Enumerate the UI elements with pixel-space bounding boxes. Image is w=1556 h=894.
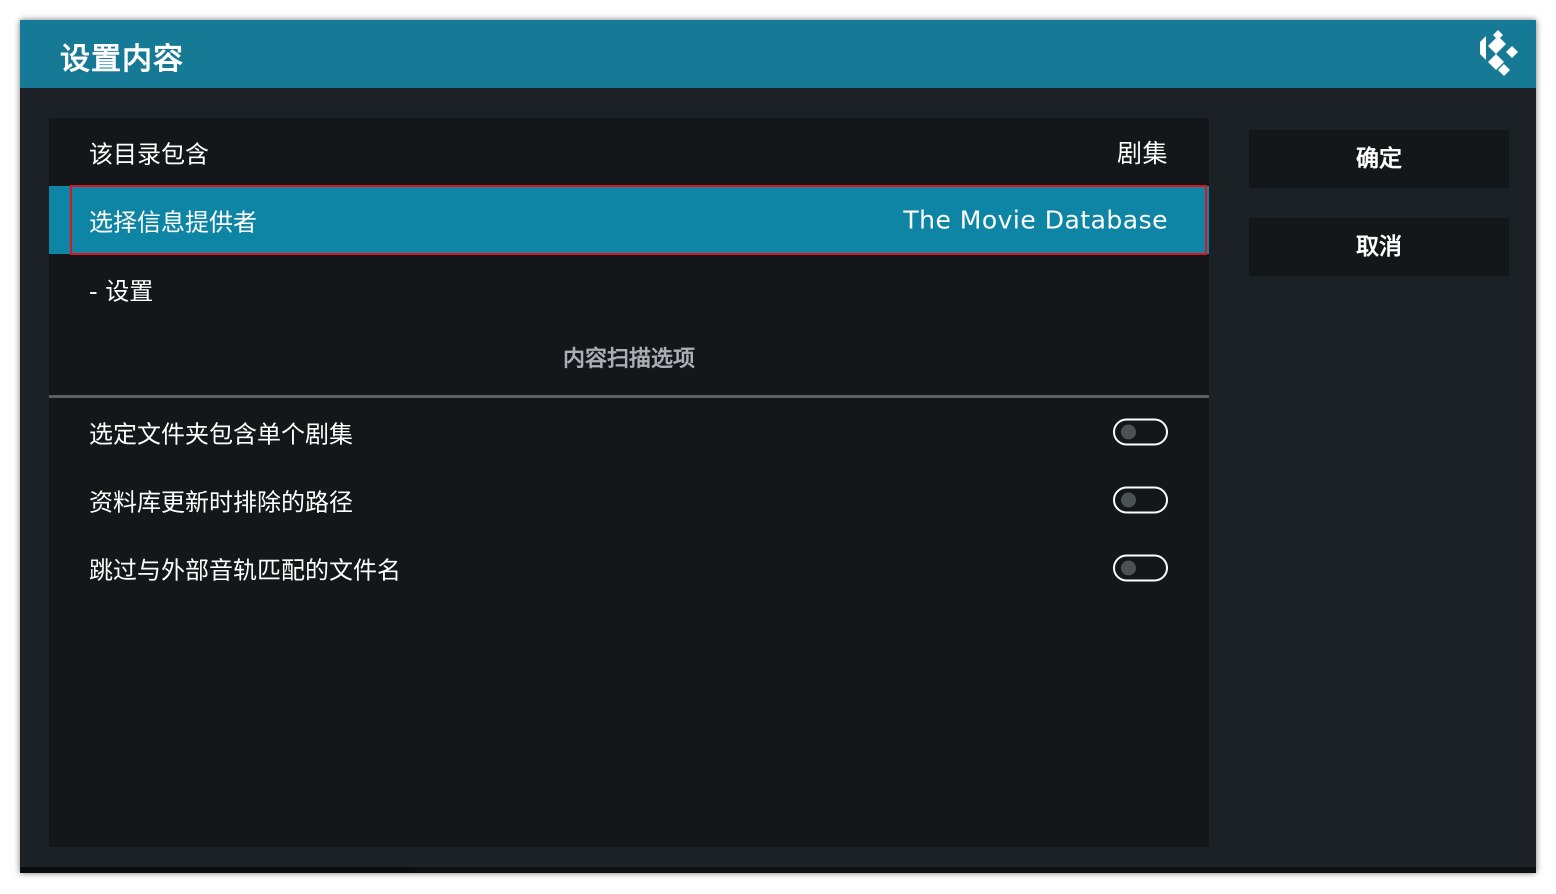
content-type-row[interactable]: 该目录包含 剧集 [49, 118, 1209, 186]
option-row-single-episode[interactable]: 选定文件夹包含单个剧集 [49, 398, 1209, 466]
progress-fill [20, 867, 415, 873]
skip-audio-toggle[interactable] [1113, 554, 1168, 582]
content-type-value: 剧集 [1116, 139, 1168, 168]
content-type-label: 该目录包含 [89, 140, 209, 169]
kodi-logo-icon [1480, 30, 1518, 76]
toggle-knob [1121, 560, 1136, 576]
toggle-knob [1121, 424, 1136, 440]
exclude-path-toggle[interactable] [1113, 486, 1168, 514]
scan-options-heading: 内容扫描选项 [562, 347, 695, 372]
bottom-progress-bar [20, 867, 1536, 873]
settings-panel: 该目录包含 剧集 选择信息提供者 The Movie Database - 设置… [49, 118, 1209, 847]
provider-settings-row[interactable]: - 设置 [49, 255, 1209, 323]
option-label: 跳过与外部音轨匹配的文件名 [89, 556, 401, 585]
cancel-button[interactable]: 取消 [1249, 218, 1509, 276]
provider-settings-label: - 设置 [89, 277, 154, 306]
option-row-exclude-path[interactable]: 资料库更新时排除的路径 [49, 466, 1209, 534]
option-label: 选定文件夹包含单个剧集 [89, 420, 353, 449]
option-row-skip-audio[interactable]: 跳过与外部音轨匹配的文件名 [49, 534, 1209, 602]
single-episode-toggle[interactable] [1113, 418, 1168, 446]
set-content-dialog: 设置内容 该目录包含 剧集 选择信息提供者 The Movie Database… [20, 20, 1536, 873]
dialog-title: 设置内容 [60, 42, 184, 77]
info-provider-row[interactable]: 选择信息提供者 The Movie Database [49, 186, 1209, 254]
dialog-titlebar: 设置内容 [20, 20, 1536, 88]
option-label: 资料库更新时排除的路径 [89, 488, 353, 517]
info-provider-label: 选择信息提供者 [89, 208, 257, 237]
info-provider-value: The Movie Database [903, 205, 1168, 235]
ok-button[interactable]: 确定 [1249, 130, 1509, 188]
toggle-knob [1121, 492, 1136, 508]
